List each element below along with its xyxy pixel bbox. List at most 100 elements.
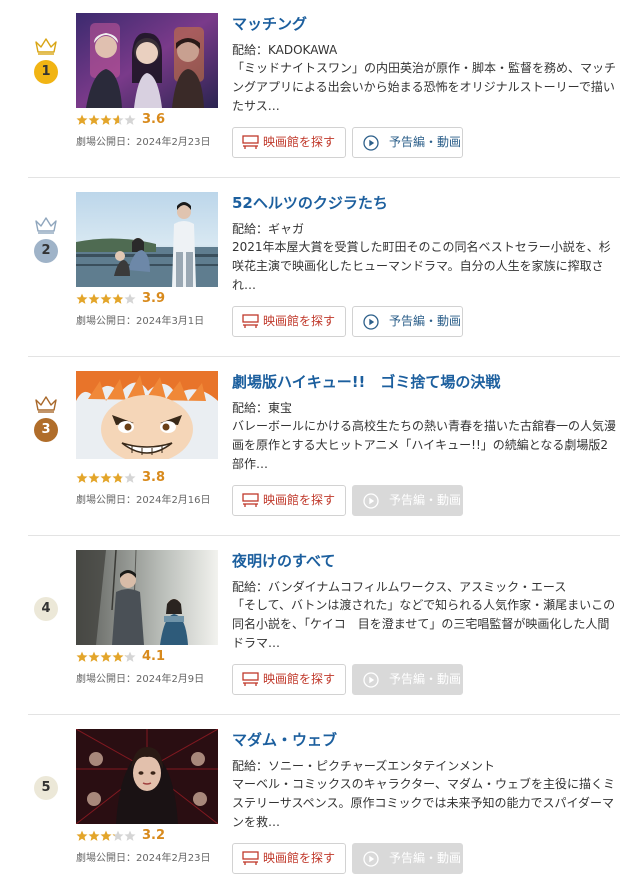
star-icon <box>124 293 136 304</box>
find-theater-button[interactable]: 映画館を探す <box>232 306 346 337</box>
find-theater-button[interactable]: 映画館を探す <box>232 664 346 695</box>
rating-score: 3.6 <box>142 112 166 127</box>
trailer-label: 予告編・動画 <box>389 493 462 507</box>
ranking-item: 4 4.1 劇場公開日：2024年2月9日 夜明けのすべて 配給：バンダイナムコ… <box>0 537 640 716</box>
trailer-button[interactable]: 予告編・動画 <box>352 127 463 158</box>
star-rating: 3.9 <box>76 291 165 307</box>
movie-title[interactable]: マッチング <box>232 13 307 34</box>
star-icon <box>88 651 100 662</box>
theater-seat-icon <box>242 851 259 865</box>
description: 「ミッドナイトスワン」の内田英治が原作・脚本・監督を務め、マッチングアプリによる… <box>232 61 617 113</box>
star-icon <box>100 830 112 841</box>
star-icon <box>112 472 124 483</box>
release-date: 劇場公開日：2024年2月9日 <box>76 674 205 685</box>
play-icon <box>363 493 379 509</box>
description: 「そして、バトンは渡された」などで知られる人気作家・瀬尾まいこの同名小説を、「ケ… <box>232 598 616 650</box>
star-icon <box>112 114 124 125</box>
movie-title[interactable]: マダム・ウェブ <box>232 729 337 750</box>
poster-image[interactable] <box>76 13 218 108</box>
poster-image[interactable] <box>76 729 218 824</box>
movie-title[interactable]: 夜明けのすべて <box>232 550 335 571</box>
play-icon <box>363 672 379 688</box>
crown-icon <box>35 38 57 55</box>
poster-52hz <box>76 192 218 287</box>
poster-matching <box>76 13 218 108</box>
poster-yoake <box>76 550 218 645</box>
rating-score: 3.9 <box>142 291 166 306</box>
distributor: 配給：KADOKAWA <box>232 43 338 57</box>
star-icon <box>76 472 88 483</box>
find-theater-label: 映画館を探す <box>263 135 336 149</box>
star-icon <box>112 830 124 841</box>
crown-icon <box>35 217 57 234</box>
trailer-button: 予告編・動画 <box>352 843 463 874</box>
trailer-label: 予告編・動画 <box>389 851 462 865</box>
find-theater-label: 映画館を探す <box>263 672 336 686</box>
item-divider <box>28 535 620 536</box>
trailer-button: 予告編・動画 <box>352 485 463 516</box>
release-date: 劇場公開日：2024年3月1日 <box>76 316 205 327</box>
description: 2021年本屋大賞を受賞した町田そのこの同名ベストセラー小説を、杉咲花主演で映画… <box>232 240 611 292</box>
poster-image[interactable] <box>76 371 218 466</box>
rank-badge: 5 <box>34 776 58 800</box>
play-icon <box>363 314 379 330</box>
movie-title[interactable]: 劇場版ハイキュー!! ゴミ捨て場の決戦 <box>232 371 500 392</box>
theater-seat-icon <box>242 314 259 328</box>
ranking-item: 3 3.8 劇場公開日：2024年2月16日 劇場版ハイキュー!! ゴミ捨て場の… <box>0 358 640 537</box>
poster-madame-web <box>76 729 218 824</box>
release-date: 劇場公開日：2024年2月16日 <box>76 495 211 506</box>
distributor: 配給：バンダイナムコフィルムワークス、アスミック・エース <box>232 580 567 594</box>
item-divider <box>28 714 620 715</box>
item-divider <box>28 356 620 357</box>
release-date: 劇場公開日：2024年2月23日 <box>76 137 211 148</box>
trailer-label: 予告編・動画 <box>389 135 462 149</box>
play-icon <box>363 851 379 867</box>
star-icon <box>112 293 124 304</box>
distributor: 配給：ソニー・ピクチャーズエンタテインメント <box>232 759 495 773</box>
release-date: 劇場公開日：2024年2月23日 <box>76 853 211 864</box>
star-rating: 3.6 <box>76 112 165 128</box>
poster-image[interactable] <box>76 192 218 287</box>
star-icon <box>76 830 88 841</box>
find-theater-button[interactable]: 映画館を探す <box>232 127 346 158</box>
star-icon <box>76 114 88 125</box>
rating-score: 3.2 <box>142 828 166 843</box>
movie-title[interactable]: 52ヘルツのクジラたち <box>232 192 388 213</box>
rank-badge: 2 <box>34 239 58 263</box>
star-icon <box>88 472 100 483</box>
star-icon <box>88 293 100 304</box>
star-rating: 3.2 <box>76 828 165 844</box>
star-icon <box>76 651 88 662</box>
find-theater-label: 映画館を探す <box>263 314 336 328</box>
ranking-item: 5 3.2 劇場公開日：2024年2月23日 マダム・ウェブ 配給：ソニー・ピク… <box>0 716 640 895</box>
rank-badge: 4 <box>34 597 58 621</box>
find-theater-button[interactable]: 映画館を探す <box>232 843 346 874</box>
star-rating: 4.1 <box>76 649 165 665</box>
trailer-button[interactable]: 予告編・動画 <box>352 306 463 337</box>
star-icon <box>124 472 136 483</box>
find-theater-label: 映画館を探す <box>263 851 336 865</box>
trailer-label: 予告編・動画 <box>389 314 462 328</box>
star-icon <box>124 114 136 125</box>
item-divider <box>28 177 620 178</box>
poster-image[interactable] <box>76 550 218 645</box>
ranking-item: 1 3.6 劇場公開日：2024年2月23日 マッチング 配給：KADOKAWA… <box>0 0 640 179</box>
rank-badge: 1 <box>34 60 58 84</box>
star-icon <box>112 651 124 662</box>
rating-score: 3.8 <box>142 470 166 485</box>
star-icon <box>100 472 112 483</box>
distributor: 配給：ギャガ <box>232 222 305 236</box>
movie-ranking-list: 1 3.6 劇場公開日：2024年2月23日 マッチング 配給：KADOKAWA… <box>0 0 640 883</box>
distributor: 配給：東宝 <box>232 401 293 415</box>
star-icon <box>100 293 112 304</box>
play-icon <box>363 135 379 151</box>
theater-seat-icon <box>242 135 259 149</box>
trailer-button: 予告編・動画 <box>352 664 463 695</box>
description: マーベル・コミックスのキャラクター、マダム・ウェブを主役に描くミステリーサスペン… <box>232 777 616 829</box>
rank-badge: 3 <box>34 418 58 442</box>
star-icon <box>88 114 100 125</box>
star-icon <box>88 830 100 841</box>
find-theater-button[interactable]: 映画館を探す <box>232 485 346 516</box>
star-icon <box>100 651 112 662</box>
find-theater-label: 映画館を探す <box>263 493 336 507</box>
